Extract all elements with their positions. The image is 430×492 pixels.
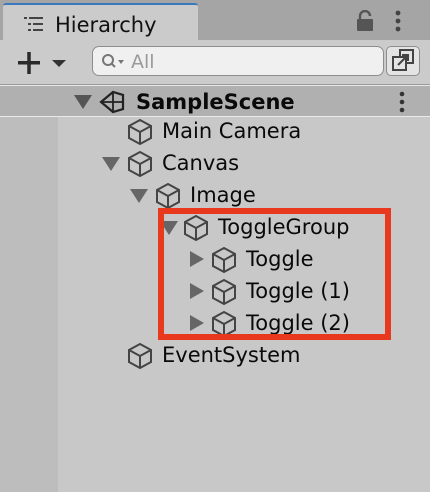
window-tab-bar: Hierarchy <box>0 0 430 40</box>
cube-icon <box>126 118 154 150</box>
tree-item-eventsystem[interactable]: EventSystem <box>0 339 430 371</box>
tree-item-canvas[interactable]: Canvas <box>0 147 430 179</box>
pick-icon <box>392 49 414 71</box>
cube-icon <box>126 150 154 182</box>
tree-item-label: EventSystem <box>162 343 301 367</box>
scene-name: SampleScene <box>136 90 295 114</box>
tree-item-label: Canvas <box>162 151 240 175</box>
highlight-box <box>158 208 391 340</box>
tab-title: Hierarchy <box>55 13 157 37</box>
create-button[interactable] <box>14 48 74 78</box>
more-vertical-icon[interactable] <box>394 10 402 36</box>
plus-icon <box>18 52 66 74</box>
tree-item-label: Main Camera <box>162 119 302 143</box>
fold-arrow-expanded-icon[interactable] <box>100 147 122 183</box>
hierarchy-list-icon <box>24 17 46 37</box>
fold-arrow-expanded-icon[interactable] <box>128 179 150 215</box>
scene-row[interactable]: SampleScene <box>0 85 430 117</box>
search-placeholder: All <box>131 51 155 73</box>
search-field[interactable]: All <box>92 46 384 76</box>
hierarchy-toolbar: All <box>0 40 430 85</box>
tree-item-label: Image <box>190 183 256 207</box>
tree-item-main-camera[interactable]: Main Camera <box>0 115 430 147</box>
tab-hierarchy[interactable]: Hierarchy <box>3 3 198 40</box>
search-icon <box>101 53 125 75</box>
cube-icon <box>126 342 154 374</box>
lock-icon[interactable] <box>355 9 375 36</box>
scene-pick-button[interactable] <box>386 46 420 76</box>
more-vertical-icon[interactable] <box>398 91 406 117</box>
tree-item-image[interactable]: Image <box>0 179 430 211</box>
